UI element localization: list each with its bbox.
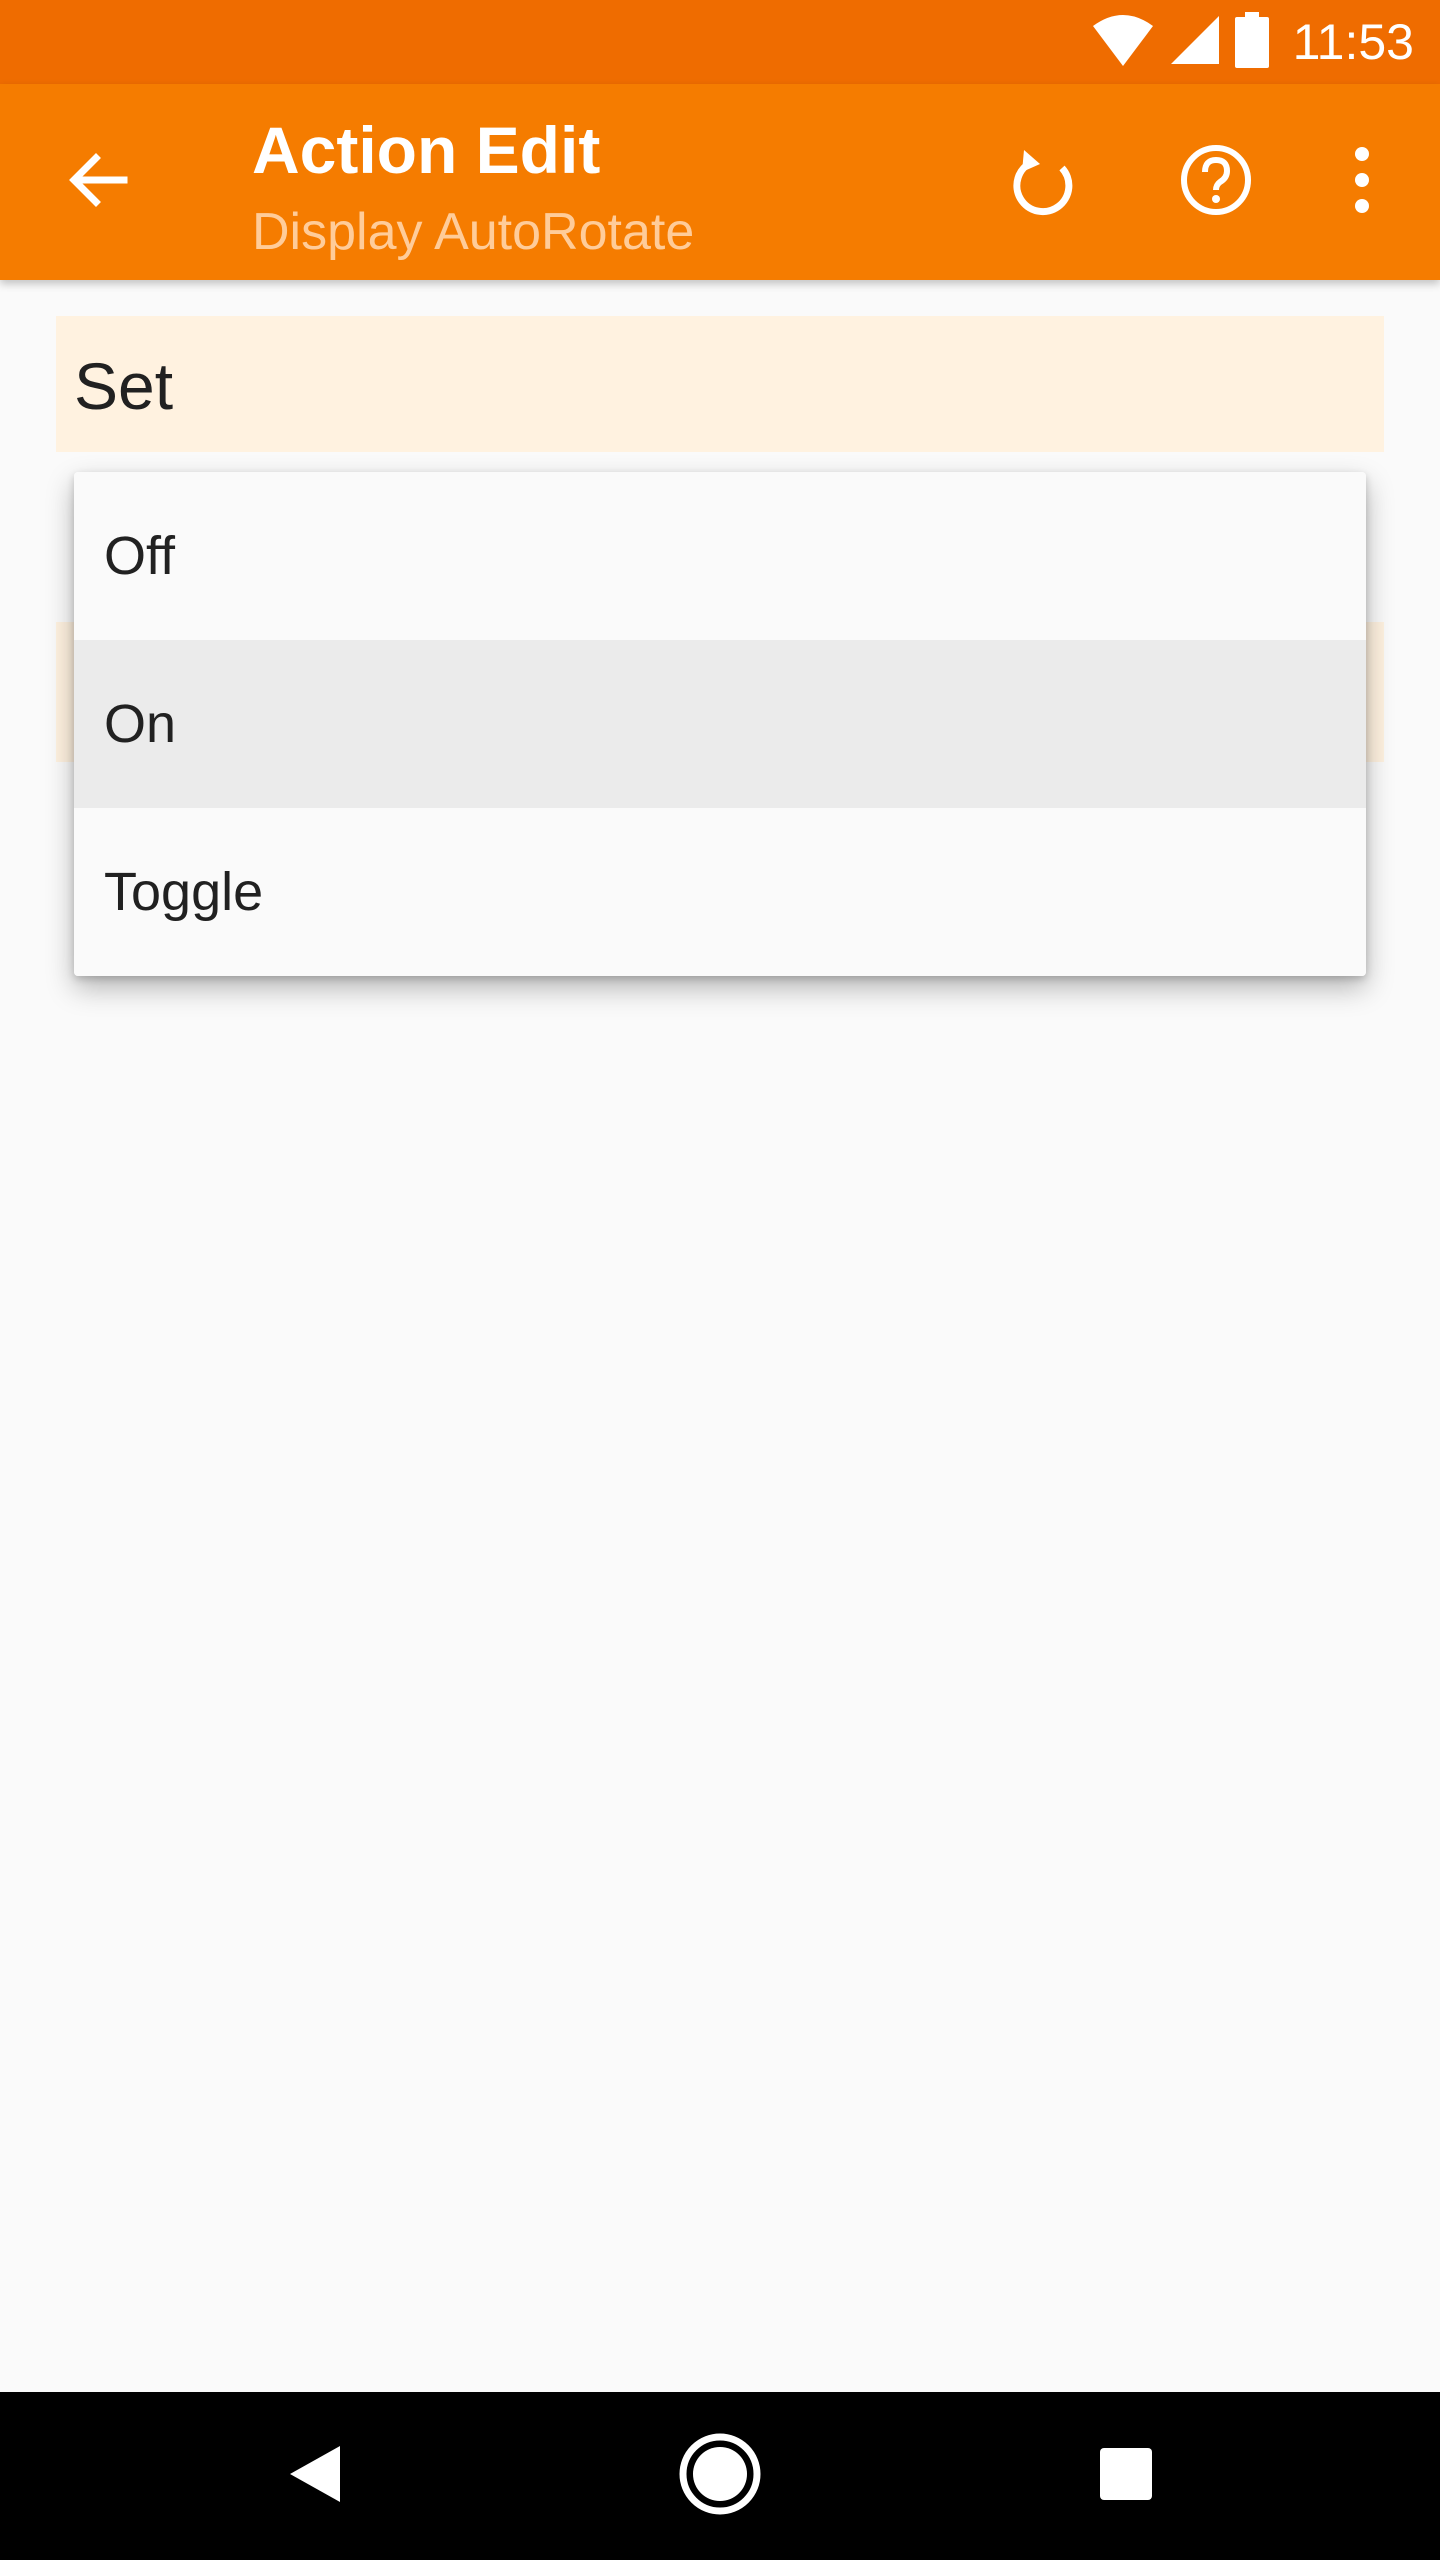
status-time: 11:53 [1292,14,1414,70]
set-field[interactable]: Set [56,316,1384,452]
app-title: Action Edit [252,113,601,187]
set-label: Set [74,349,174,423]
nav-recents-icon [1098,2446,1154,2507]
help-button[interactable] [1168,134,1264,230]
nav-home-button[interactable] [660,2416,780,2536]
nav-back-icon [286,2442,346,2511]
more-options-button[interactable] [1314,134,1410,230]
dropdown-option-toggle[interactable]: Toggle [74,808,1366,976]
app-bar: Action Edit Display AutoRotate [0,84,1440,280]
dropdown-option-off[interactable]: Off [74,472,1366,640]
battery-icon [1234,11,1269,73]
cell-signal-icon [1169,14,1221,71]
dropdown-option-on[interactable]: On [74,640,1366,808]
wifi-icon [1091,12,1155,73]
nav-recents-button[interactable] [1066,2416,1186,2536]
arrow-back-icon [66,148,130,217]
dropdown-menu: Off On Toggle [74,472,1366,976]
undo-button[interactable] [998,134,1094,230]
navigation-bar [0,2392,1440,2560]
status-bar: 11:53 [0,0,1440,84]
nav-home-icon [678,2432,762,2521]
status-icons: 11:53 [1091,0,1414,84]
undo-icon [1010,144,1082,221]
nav-back-button[interactable] [256,2416,376,2536]
back-button[interactable] [50,134,146,230]
help-icon [1178,142,1254,223]
more-vert-icon [1352,146,1372,219]
app-subtitle: Display AutoRotate [252,203,695,261]
